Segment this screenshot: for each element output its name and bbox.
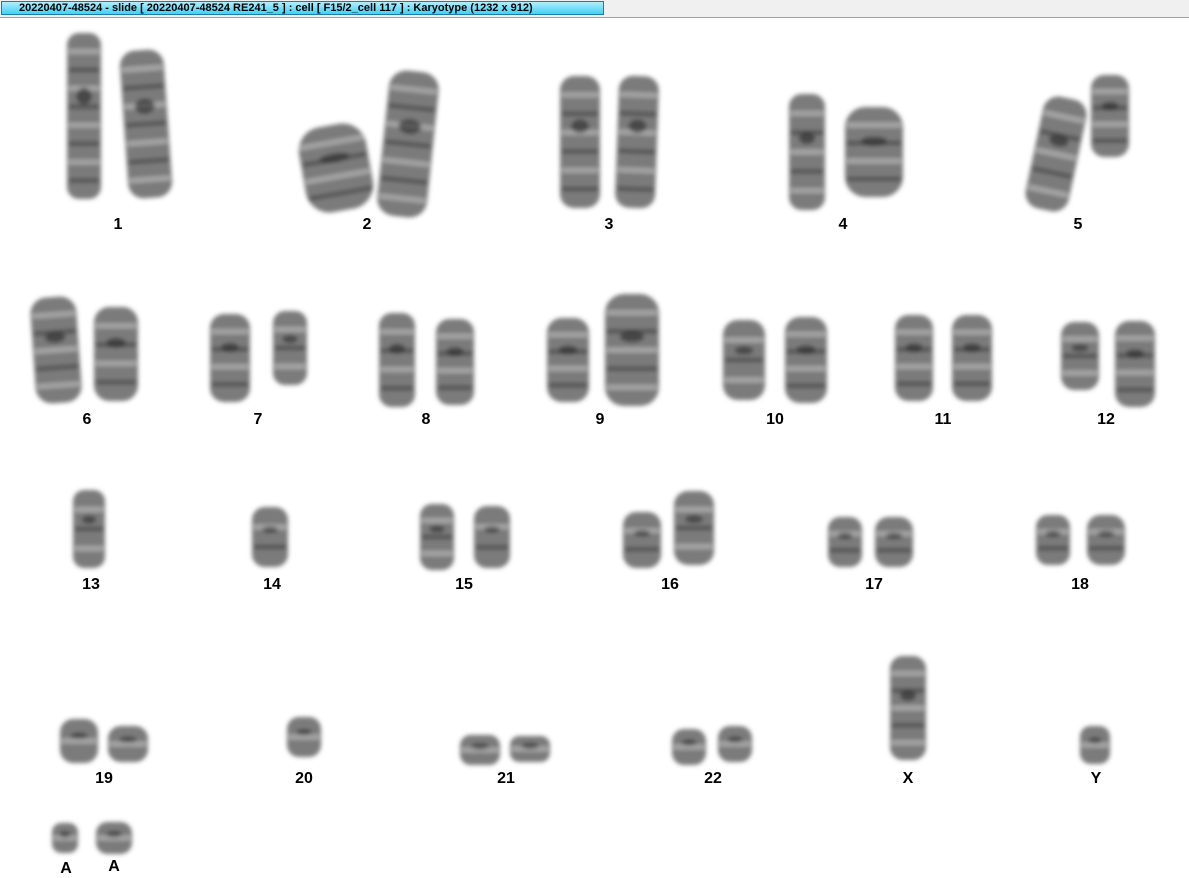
chromosome-2-1[interactable]	[295, 120, 377, 217]
chromosome-21-1[interactable]	[460, 735, 500, 765]
chromosome-a-1[interactable]	[96, 822, 132, 854]
chromosome-3-2[interactable]	[615, 75, 660, 209]
chromosome-21-2[interactable]	[510, 736, 550, 762]
chromosome-16-2[interactable]	[674, 491, 714, 565]
chromosome-1-1[interactable]	[67, 33, 101, 199]
chromosome-label-12: 12	[1097, 411, 1115, 428]
chromosome-label-14: 14	[263, 576, 281, 593]
chromosome-1-2[interactable]	[119, 49, 173, 200]
karyotype-canvas: 1 2 3 4 5 6 7 8 9 10 11 12 13 14 15 16 17 18 19 20 21 22 X Y A A	[0, 18, 1189, 877]
chromosome-y-1[interactable]	[1080, 726, 1110, 764]
chromosome-label-16: 16	[661, 576, 679, 593]
chromosome-label-7: 7	[253, 411, 263, 428]
chromosome-label-19: 19	[95, 770, 113, 787]
karyogram-image	[29, 33, 1155, 854]
chromosome-label-6: 6	[82, 411, 92, 428]
chromosome-2-2[interactable]	[376, 69, 441, 219]
chromosome-8-2[interactable]	[436, 319, 474, 405]
chromosome-5-1[interactable]	[1023, 94, 1090, 215]
chromosome-22-2[interactable]	[718, 726, 752, 762]
chromosome-label-22: 22	[704, 770, 722, 787]
chromosome-label-20: 20	[295, 770, 313, 787]
chromosome-label-17: 17	[865, 576, 883, 593]
chromosome-3-1[interactable]	[560, 76, 600, 208]
chromosome-17-2[interactable]	[875, 517, 913, 567]
chromosome-label-2: 2	[362, 216, 372, 233]
chromosome-label-8: 8	[421, 411, 431, 428]
chromosome-label-4: 4	[838, 216, 848, 233]
chromosome-label-10: 10	[766, 411, 784, 428]
window-title: 20220407-48524 - slide [ 20220407-48524 …	[19, 2, 533, 14]
chromosome-6-2[interactable]	[94, 307, 138, 401]
chromosome-19-2[interactable]	[108, 726, 148, 762]
chromosome-6-1[interactable]	[29, 296, 82, 405]
chromosome-5-2[interactable]	[1091, 75, 1129, 157]
chromosome-label-a: A	[108, 858, 120, 875]
chromosome-10-2[interactable]	[785, 317, 827, 403]
chromosome-label-5: 5	[1073, 216, 1083, 233]
chromosome-label-11: 11	[934, 411, 952, 428]
chromosome-12-1[interactable]	[1061, 322, 1099, 390]
chromosome-label-9: 9	[595, 411, 605, 428]
chromosome-19-1[interactable]	[60, 719, 98, 763]
chromosome-a-1[interactable]	[52, 823, 78, 853]
chromosome-label-13: 13	[82, 576, 100, 593]
karyotype-window: 20220407-48524 - slide [ 20220407-48524 …	[0, 0, 1189, 877]
chromosome-9-2[interactable]	[605, 294, 659, 406]
chromosome-14-1[interactable]	[252, 507, 288, 567]
chromosome-8-1[interactable]	[379, 313, 415, 407]
chromosome-10-1[interactable]	[723, 320, 765, 400]
title-bar: 20220407-48524 - slide [ 20220407-48524 …	[0, 0, 1189, 18]
chromosome-label-21: 21	[497, 770, 515, 787]
chromosome-label-x: X	[902, 770, 914, 787]
chromosome-12-2[interactable]	[1115, 321, 1155, 407]
chromosome-9-1[interactable]	[547, 318, 589, 402]
chromosome-18-2[interactable]	[1087, 515, 1125, 565]
chromosome-label-1: 1	[113, 216, 123, 233]
chromosome-label-15: 15	[455, 576, 473, 593]
chromosome-22-1[interactable]	[672, 729, 706, 765]
chromosome-7-2[interactable]	[273, 311, 307, 385]
chromosome-label-3: 3	[604, 216, 614, 233]
chromosome-7-1[interactable]	[210, 314, 250, 402]
chromosome-11-2[interactable]	[952, 315, 992, 401]
chromosome-13-1[interactable]	[73, 490, 105, 568]
chromosome-16-1[interactable]	[623, 512, 661, 568]
chromosome-label-y: Y	[1090, 770, 1102, 787]
chromosome-17-1[interactable]	[828, 517, 862, 567]
chromosome-20-1[interactable]	[287, 717, 321, 757]
chromosome-label-18: 18	[1071, 576, 1089, 593]
chromosome-11-1[interactable]	[895, 315, 933, 401]
chromosome-15-1[interactable]	[420, 504, 454, 570]
chromosome-15-2[interactable]	[474, 506, 510, 568]
chromosome-x-1[interactable]	[890, 656, 926, 760]
chromosome-label-a: A	[60, 860, 72, 877]
chromosome-4-2[interactable]	[845, 107, 903, 197]
chromosome-18-1[interactable]	[1036, 515, 1070, 565]
window-title-tab[interactable]: 20220407-48524 - slide [ 20220407-48524 …	[1, 1, 604, 15]
chromosome-4-1[interactable]	[789, 94, 825, 210]
